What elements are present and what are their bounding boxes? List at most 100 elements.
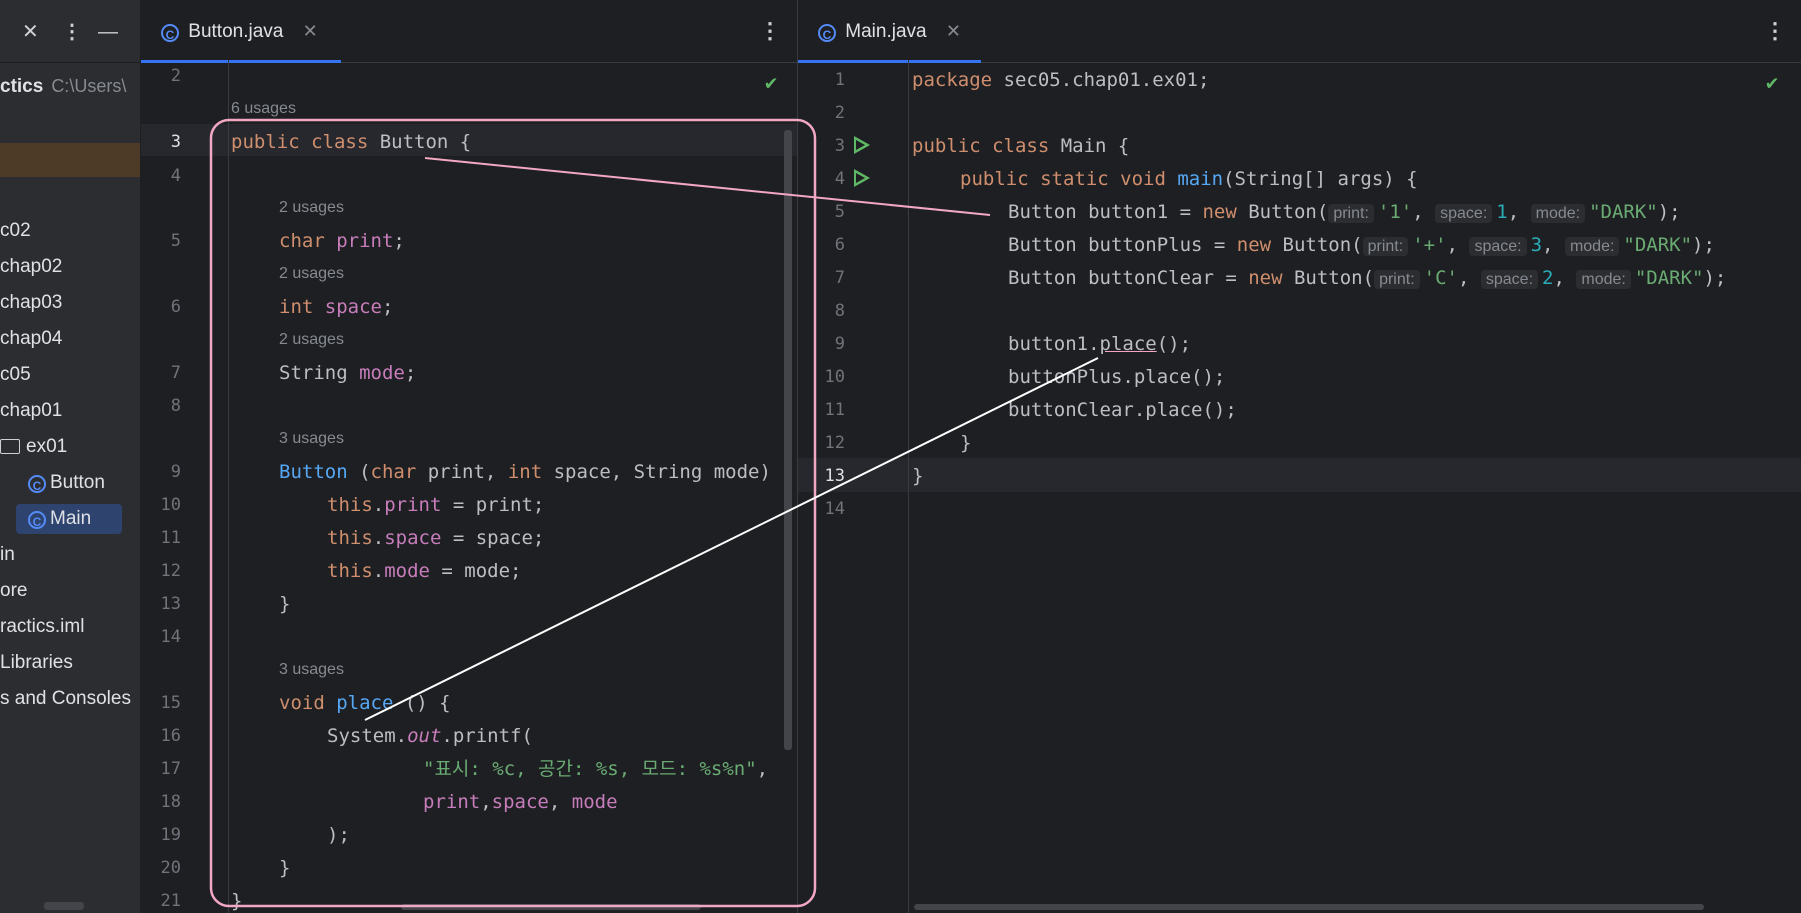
right-horizontal-scrollbar[interactable] [914,904,1704,910]
code-token: , [1553,267,1565,289]
parameter-hint: print: [1328,204,1374,223]
usages-hint[interactable]: 3 usages [279,661,344,679]
tab-label: Main.java [845,21,927,42]
code-line-3: public class Main { [912,134,1129,158]
code-token: (); [1156,333,1192,355]
line-number: 8 [834,301,845,321]
code-token: 2 [1542,267,1554,289]
tree-item-ore[interactable]: ore [0,576,27,606]
code-line-7: String mode; [279,361,416,385]
tree-item-chap02[interactable]: chap02 [0,252,62,282]
line-number: 12 [160,561,181,581]
class-icon: C [818,24,836,42]
usages-hint[interactable]: 2 usages [279,265,344,283]
code-token: , [1542,234,1554,256]
editor-options-kebab-icon[interactable]: ⋮ [759,18,781,44]
tree-item-c05[interactable]: c05 [0,360,31,390]
code-line-6: Button buttonPlus = new Button(print: '+'… [1008,233,1715,259]
code-token: .printf( [441,725,533,747]
code-token: space, String mode) [542,461,771,483]
tree-item-button-class[interactable]: C Button [28,468,111,498]
code-token: print, [416,461,508,483]
code-line-18: print,space, mode [423,790,618,814]
line-number: 7 [834,268,845,288]
tree-item-c02[interactable]: c02 [0,216,31,246]
code-line-7: Button buttonClear = new Button(print: 'C… [1008,266,1726,292]
line-number: 11 [824,400,845,420]
editor-button-java: C Button.java ✕ ⋮ ✔ 2 3 4 5 6 7 8 9 10 1… [141,0,798,913]
collapse-all-icon[interactable]: ✕ [22,20,39,44]
options-kebab-icon[interactable]: ⋮ [62,20,82,44]
tree-item-label: ex01 [26,436,68,457]
line-number: 9 [834,334,845,354]
project-root-name: ctics [0,76,44,97]
usages-hint[interactable]: 2 usages [279,331,344,349]
tree-item-libraries[interactable]: Libraries [0,648,73,678]
line-number: 7 [170,363,181,383]
tree-item-chap04[interactable]: chap04 [0,324,62,354]
code-token: this [327,527,373,549]
parameter-hint: mode: [1530,204,1586,223]
parameter-hint: print: [1374,270,1420,289]
line-number: 2 [834,103,845,123]
left-vertical-scrollbar[interactable] [784,130,792,750]
code-line-10: buttonPlus.place(); [1008,366,1226,388]
current-line-highlight [798,458,1801,492]
code-token: place [336,692,394,714]
tree-item-iml[interactable]: ractics.iml [0,612,84,642]
run-class-icon[interactable] [854,136,870,154]
code-token: public class [912,135,1061,157]
close-tab-icon[interactable]: ✕ [946,21,961,41]
code-token: Button( [1282,234,1363,256]
usages-hint[interactable]: 3 usages [279,430,344,448]
gutter-divider [908,60,909,913]
code-line-9: button1.place(); [1008,332,1191,356]
code-token: "표시: %c, 공간: %s, 모드: %s%n" [423,758,757,780]
project-root[interactable]: ctics C:\Users\ [0,76,126,98]
code-token: . [372,527,385,549]
tab-button-java[interactable]: C Button.java ✕ [161,0,318,62]
line-number: 10 [824,367,845,387]
tree-item-main-class[interactable]: C Main [16,504,122,534]
project-horizontal-scrollbar[interactable] [44,902,84,910]
run-main-icon[interactable] [854,169,870,187]
code-token: mode [384,560,430,582]
parameter-hint: space: [1469,237,1527,256]
code-token: "DARK" [1623,234,1693,256]
code-line-1: package sec05.chap01.ex01; [912,68,1209,92]
close-tab-icon[interactable]: ✕ [303,21,318,41]
line-number: 21 [160,891,181,911]
parameter-hint: mode: [1564,237,1620,256]
line-number: 15 [160,693,181,713]
hide-panel-icon[interactable]: — [98,20,118,44]
code-line-11: this.space = space; [327,526,544,550]
code-token: int [279,296,325,318]
code-token: char [370,461,417,483]
line-number: 3 [834,136,845,156]
no-problems-check-icon[interactable]: ✔ [765,70,777,94]
tree-item-ex01[interactable]: ex01 [0,432,67,462]
project-root-path: C:\Users\ [51,76,127,96]
code-line-19: ); [327,824,350,846]
tree-item-chap03[interactable]: chap03 [0,288,62,318]
tree-item-chap01[interactable]: chap01 [0,396,62,426]
code-token: print [336,230,394,252]
left-horizontal-scrollbar[interactable] [401,904,701,910]
project-panel-header: ✕ ⋮ — [0,0,140,63]
code-line-10: this.print = print; [327,493,544,517]
tab-main-java[interactable]: C Main.java ✕ [818,0,961,62]
code-line-3: public class Button { [231,130,471,154]
tree-item-in[interactable]: in [0,540,15,570]
line-number: 2 [170,66,181,86]
line-number: 16 [160,726,181,746]
usages-hint[interactable]: 6 usages [231,100,296,118]
editor-options-kebab-icon[interactable]: ⋮ [1764,18,1786,44]
no-problems-check-icon[interactable]: ✔ [1766,70,1778,94]
code-token: mode [359,362,405,384]
tree-item-scratches[interactable]: s and Consoles [0,684,131,714]
code-token: void [279,692,337,714]
code-token: space [324,296,382,318]
usages-hint[interactable]: 2 usages [279,199,344,217]
code-token: , [1412,201,1424,223]
code-line-5: char print; [279,229,405,253]
